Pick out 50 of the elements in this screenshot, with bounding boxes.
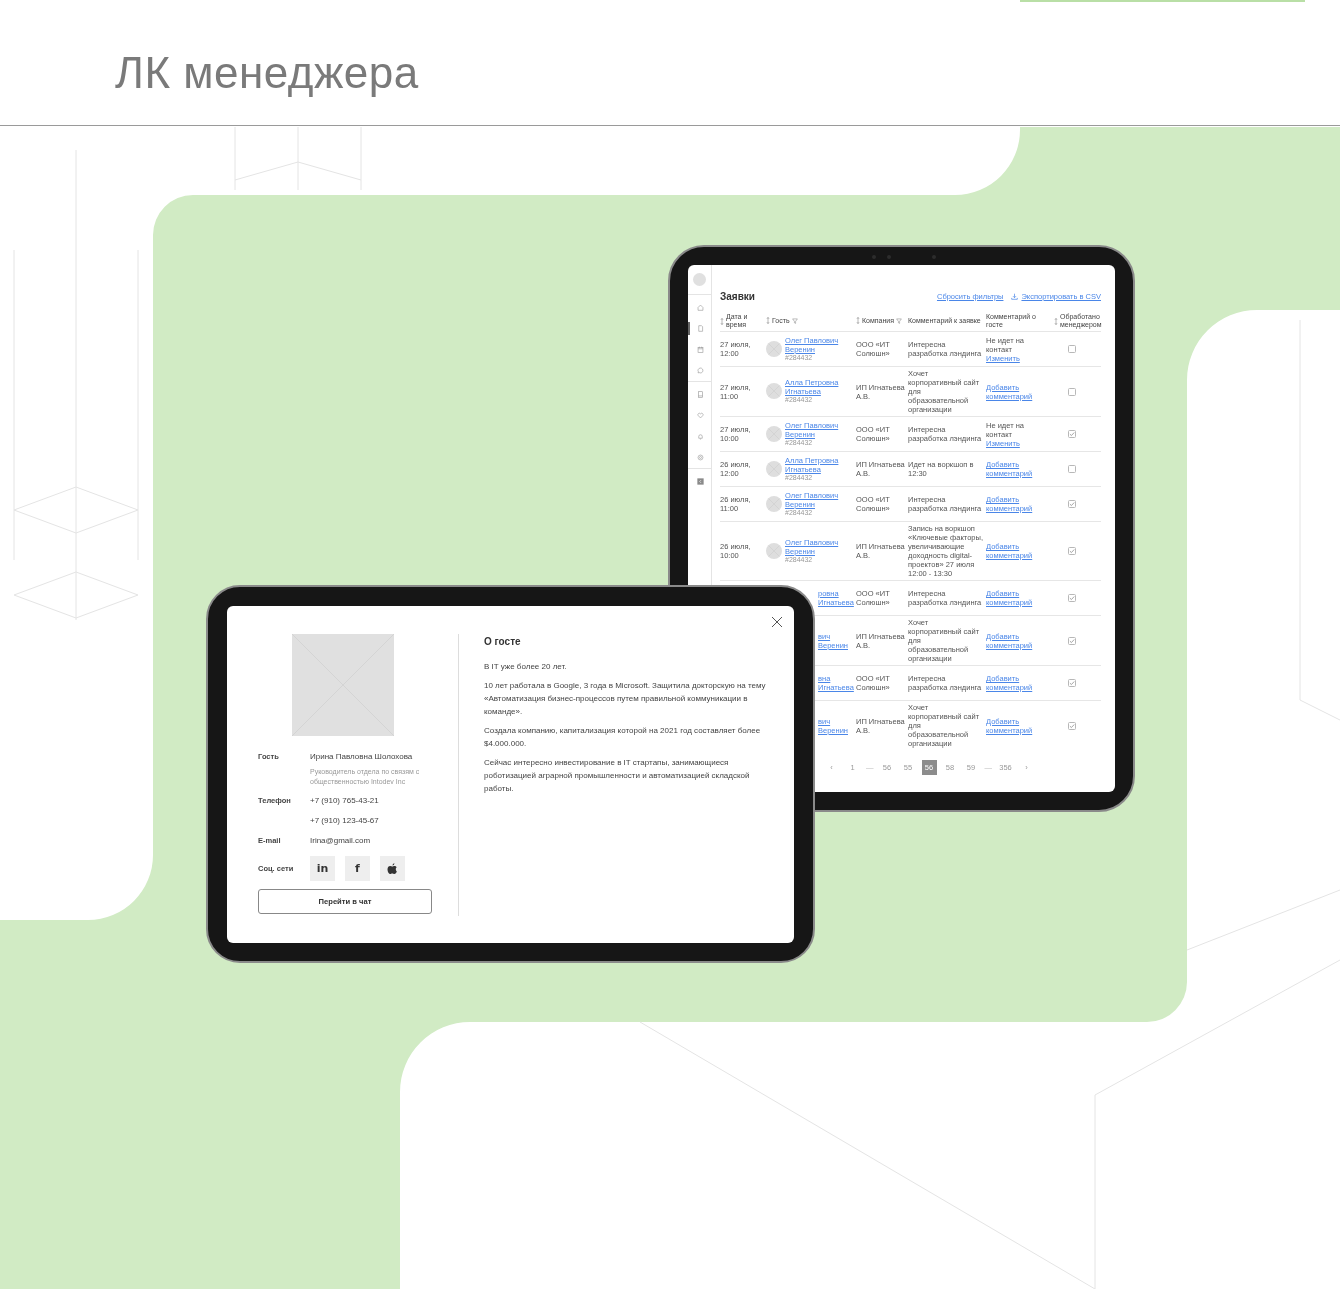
checkbox[interactable] — [1068, 594, 1076, 602]
sort-icon[interactable] — [720, 317, 724, 325]
calendar-icon — [697, 346, 704, 353]
filter-icon[interactable] — [791, 318, 798, 324]
avatar-placeholder — [766, 341, 782, 357]
avatar-placeholder — [766, 426, 782, 442]
apple-button[interactable] — [380, 856, 405, 881]
checkbox[interactable] — [1068, 547, 1076, 555]
collapse-icon — [697, 478, 704, 485]
sort-icon[interactable] — [1054, 317, 1058, 325]
field-value: +7 (910) 123-45-67 — [310, 815, 380, 827]
checkbox[interactable] — [1068, 636, 1076, 645]
bell-icon — [697, 433, 704, 440]
checkbox[interactable] — [1068, 430, 1076, 438]
checkbox[interactable] — [1068, 721, 1076, 730]
download-icon — [1011, 292, 1019, 300]
document-icon — [697, 325, 704, 332]
about-text: Сейчас интересно инвестирование в IT стартапы, занимающиеся роботизацией аграрной промышленности и автоматизацией складской работы. — [484, 757, 751, 795]
checkbox[interactable] — [1068, 387, 1076, 396]
field-value: +7 (910) 765-43-21 — [310, 795, 380, 807]
apple-icon — [387, 862, 398, 875]
home-icon — [697, 304, 704, 311]
linkedin-button[interactable]: in — [310, 856, 335, 881]
field-value: Ирина Павловна Шолохова — [310, 751, 414, 763]
close-button[interactable] — [771, 616, 783, 628]
settings-icon — [697, 454, 704, 461]
heart-icon — [697, 412, 704, 419]
avatar-placeholder — [766, 543, 782, 559]
sort-icon[interactable] — [856, 317, 860, 325]
tablet-icon — [697, 391, 704, 398]
about-text: В IT уже более 20 лет. — [484, 661, 568, 673]
avatar-placeholder — [693, 273, 706, 286]
checkbox[interactable] — [1068, 679, 1076, 687]
about-text: 10 лет работала в Google, 3 года в Microsoft. Защитила докторскую на тему «Автоматизация бизнес-процессов путем правильной коммуникации в команде». — [484, 680, 767, 718]
page-heading: Заявки — [720, 290, 756, 302]
chat-icon — [697, 367, 704, 374]
close-icon — [771, 616, 783, 628]
section-title: О госте — [484, 636, 522, 647]
avatar-placeholder — [766, 461, 782, 477]
page-title: ЛК менеджера — [115, 48, 419, 98]
about-text: Создала компанию, капитализация которой на 2021 год составляет более $4.000.000. — [484, 725, 762, 750]
avatar-placeholder — [766, 383, 782, 400]
checkbox[interactable] — [1068, 465, 1076, 473]
sort-icon[interactable] — [766, 317, 770, 325]
field-value: Irina@gmail.com — [310, 835, 372, 847]
avatar-placeholder — [766, 496, 782, 512]
filter-icon[interactable] — [896, 318, 903, 324]
facebook-button[interactable]: f — [345, 856, 370, 881]
checkbox[interactable] — [1068, 500, 1076, 508]
checkbox[interactable] — [1068, 345, 1076, 353]
